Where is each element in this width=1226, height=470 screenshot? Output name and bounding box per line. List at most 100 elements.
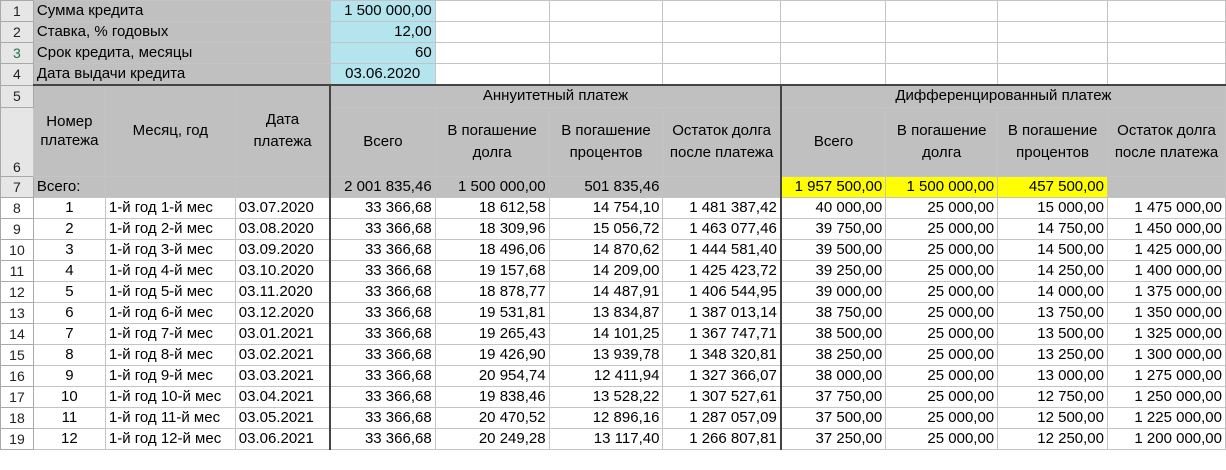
- cell-diff-interest[interactable]: 12 500,00: [997, 406, 1108, 429]
- cell[interactable]: [548, 42, 664, 64]
- header-payment-number[interactable]: Номер платежа: [32, 84, 106, 177]
- cell[interactable]: [997, 63, 1108, 86]
- cell[interactable]: [885, 63, 999, 86]
- cell-diff-total[interactable]: 38 250,00: [779, 343, 887, 366]
- cell[interactable]: [662, 0, 782, 22]
- cell-payment-number[interactable]: 2: [32, 217, 106, 240]
- cell[interactable]: [434, 63, 550, 86]
- param-label-loan-amount[interactable]: Сумма кредита: [32, 0, 331, 22]
- row-header[interactable]: 14: [0, 322, 34, 345]
- cell-payment-date[interactable]: 03.10.2020: [234, 259, 331, 282]
- cell-payment-number[interactable]: 8: [32, 343, 106, 366]
- cell[interactable]: [780, 63, 887, 86]
- cell[interactable]: [662, 63, 782, 86]
- cell[interactable]: [885, 42, 999, 64]
- cell[interactable]: [885, 0, 999, 22]
- cell-diff-interest[interactable]: 14 500,00: [997, 238, 1108, 261]
- cell[interactable]: [104, 175, 236, 198]
- cell-month-year[interactable]: 1-й год 10-й мес: [104, 385, 236, 408]
- cell-annuity-total[interactable]: 33 366,68: [329, 280, 436, 303]
- cell-annuity-balance[interactable]: 1 287 057,09: [662, 406, 782, 429]
- cell[interactable]: [662, 175, 782, 198]
- cell-diff-total[interactable]: 39 500,00: [779, 238, 887, 261]
- cell-annuity-total[interactable]: 33 366,68: [329, 385, 436, 408]
- cell-diff-total[interactable]: 39 750,00: [779, 217, 887, 240]
- row-header[interactable]: 16: [0, 364, 34, 387]
- cell-annuity-interest[interactable]: 14 870,62: [548, 238, 664, 261]
- cell-payment-number[interactable]: 11: [32, 406, 106, 429]
- totals-annuity-principal[interactable]: 1 500 000,00: [434, 175, 550, 198]
- cell-annuity-total[interactable]: 33 366,68: [329, 238, 436, 261]
- cell-payment-number[interactable]: 3: [32, 238, 106, 261]
- cell-annuity-total[interactable]: 33 366,68: [329, 427, 436, 450]
- cell[interactable]: [780, 0, 887, 22]
- totals-diff-total[interactable]: 1 957 500,00: [779, 175, 887, 198]
- cell-diff-interest[interactable]: 14 250,00: [997, 259, 1108, 282]
- cell-payment-date[interactable]: 03.11.2020: [234, 280, 331, 303]
- cell-annuity-total[interactable]: 33 366,68: [329, 196, 436, 219]
- header-payment-date[interactable]: Дата платежа: [234, 84, 331, 177]
- cell-annuity-total[interactable]: 33 366,68: [329, 301, 436, 324]
- cell[interactable]: [434, 21, 550, 43]
- cell-annuity-balance[interactable]: 1 406 544,95: [662, 280, 782, 303]
- cell-diff-principal[interactable]: 25 000,00: [885, 427, 999, 450]
- cell-annuity-balance[interactable]: 1 327 366,07: [662, 364, 782, 387]
- cell-payment-date[interactable]: 03.12.2020: [234, 301, 331, 324]
- cell[interactable]: [780, 42, 887, 64]
- row-header[interactable]: 6: [0, 106, 34, 177]
- cell-diff-principal[interactable]: 25 000,00: [885, 364, 999, 387]
- cell-annuity-balance[interactable]: 1 307 527,61: [662, 385, 782, 408]
- cell-month-year[interactable]: 1-й год 8-й мес: [104, 343, 236, 366]
- cell-diff-principal[interactable]: 25 000,00: [885, 280, 999, 303]
- cell-month-year[interactable]: 1-й год 9-й мес: [104, 364, 236, 387]
- cell-diff-total[interactable]: 38 750,00: [779, 301, 887, 324]
- cell-annuity-balance[interactable]: 1 481 387,42: [662, 196, 782, 219]
- cell[interactable]: [548, 0, 664, 22]
- cell-diff-total[interactable]: 38 500,00: [779, 322, 887, 345]
- row-header[interactable]: 13: [0, 301, 34, 324]
- cell[interactable]: [548, 21, 664, 43]
- cell-diff-balance[interactable]: 1 400 000,00: [1107, 259, 1226, 282]
- cell-annuity-balance[interactable]: 1 444 581,40: [662, 238, 782, 261]
- cell-annuity-interest[interactable]: 14 101,25: [548, 322, 664, 345]
- cell-diff-balance[interactable]: 1 200 000,00: [1107, 427, 1226, 450]
- param-value-term[interactable]: 60: [329, 42, 436, 64]
- row-header[interactable]: 10: [0, 238, 34, 261]
- cell[interactable]: [997, 21, 1108, 43]
- cell-month-year[interactable]: 1-й год 3-й мес: [104, 238, 236, 261]
- row-header[interactable]: 19: [0, 427, 34, 450]
- cell-month-year[interactable]: 1-й год 2-й мес: [104, 217, 236, 240]
- cell-diff-interest[interactable]: 14 000,00: [997, 280, 1108, 303]
- cell-diff-principal[interactable]: 25 000,00: [885, 385, 999, 408]
- cell-diff-interest[interactable]: 12 250,00: [997, 427, 1108, 450]
- cell-payment-date[interactable]: 03.09.2020: [234, 238, 331, 261]
- cell-diff-principal[interactable]: 25 000,00: [885, 301, 999, 324]
- row-header[interactable]: 2: [0, 21, 34, 43]
- cell[interactable]: [885, 21, 999, 43]
- cell[interactable]: [997, 42, 1108, 64]
- cell-annuity-principal[interactable]: 19 265,43: [434, 322, 550, 345]
- cell-diff-principal[interactable]: 25 000,00: [885, 196, 999, 219]
- param-label-term[interactable]: Срок кредита, месяцы: [32, 42, 331, 64]
- cell-payment-number[interactable]: 6: [32, 301, 106, 324]
- cell-payment-number[interactable]: 1: [32, 196, 106, 219]
- cell-payment-date[interactable]: 03.04.2021: [234, 385, 331, 408]
- param-label-issue-date[interactable]: Дата выдачи кредита: [32, 63, 331, 86]
- cell-diff-balance[interactable]: 1 250 000,00: [1107, 385, 1226, 408]
- row-header[interactable]: 1: [0, 0, 34, 22]
- cell-annuity-balance[interactable]: 1 463 077,46: [662, 217, 782, 240]
- cell-diff-principal[interactable]: 25 000,00: [885, 217, 999, 240]
- cell[interactable]: [662, 42, 782, 64]
- cell-diff-total[interactable]: 37 250,00: [779, 427, 887, 450]
- cell-annuity-total[interactable]: 33 366,68: [329, 322, 436, 345]
- row-header[interactable]: 9: [0, 217, 34, 240]
- cell-payment-date[interactable]: 03.06.2021: [234, 427, 331, 450]
- cell-annuity-interest[interactable]: 12 411,94: [548, 364, 664, 387]
- cell-annuity-interest[interactable]: 12 896,16: [548, 406, 664, 429]
- param-value-issue-date[interactable]: 03.06.2020: [329, 63, 436, 86]
- cell-diff-total[interactable]: 38 000,00: [779, 364, 887, 387]
- header-annuity-balance[interactable]: Остаток долга после платежа: [662, 106, 782, 177]
- cell-annuity-principal[interactable]: 19 157,68: [434, 259, 550, 282]
- cell-diff-balance[interactable]: 1 350 000,00: [1107, 301, 1226, 324]
- cell-annuity-principal[interactable]: 18 878,77: [434, 280, 550, 303]
